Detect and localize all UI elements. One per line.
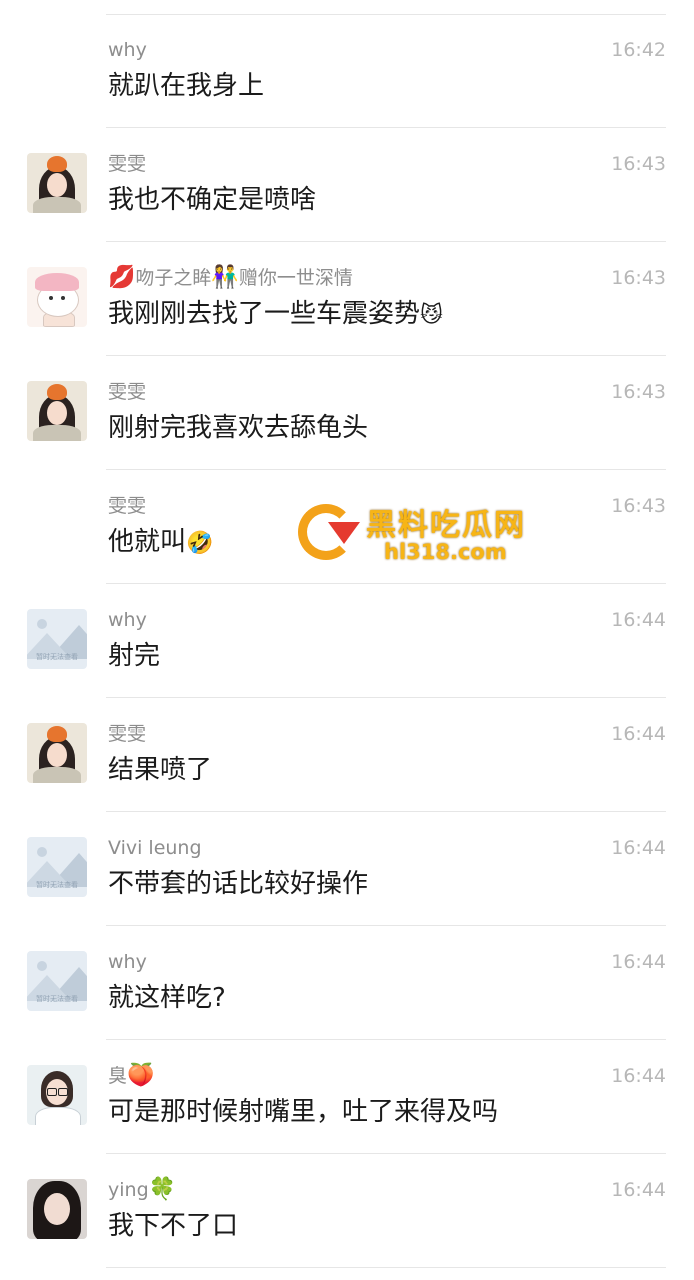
chat-message[interactable]: 暂时无法查看 why 16:44 射完	[0, 584, 694, 698]
avatar-placeholder-icon[interactable]: 暂时无法查看	[27, 951, 87, 1011]
avatar[interactable]	[27, 381, 87, 441]
sender-name: ying🍀	[108, 1178, 176, 1202]
message-text: 可是那时候射嘴里，吐了来得及吗	[108, 1097, 499, 1127]
sender-name: why	[108, 609, 147, 631]
sender-name: 雯雯	[108, 723, 147, 745]
message-text: 他就叫🤣	[108, 525, 213, 561]
watermelon-icon	[328, 522, 360, 544]
couple-emoji-icon: 👫	[211, 265, 239, 290]
sender-name-part: ying	[108, 1179, 149, 1201]
message-text: 就这样吃?	[108, 983, 226, 1013]
message-time: 16:43	[611, 153, 666, 175]
chat-message[interactable]: 雯雯 16:44 结果喷了	[0, 698, 694, 812]
avatar[interactable]	[27, 1065, 87, 1125]
sender-name: why	[108, 39, 147, 61]
chat-message[interactable]: why 16:42 就趴在我身上	[0, 14, 694, 128]
avatar[interactable]	[27, 723, 87, 783]
message-text: 我也不确定是喷啥	[108, 185, 317, 215]
message-text: 我刚刚去找了一些车震姿势😼	[108, 297, 443, 333]
avatar-placeholder-icon[interactable]: 暂时无法查看	[27, 837, 87, 897]
sender-name: 💋吻子之眸👫赠你一世深情	[108, 266, 353, 290]
chat-message[interactable]: ying🍀 16:44 我下不了口	[0, 1154, 694, 1268]
sender-name: 雯雯	[108, 153, 147, 175]
message-time: 16:44	[611, 951, 666, 973]
sender-name: 雯雯	[108, 495, 147, 517]
avatar-placeholder-caption: 暂时无法查看	[36, 995, 78, 1003]
message-text-content: 我刚刚去找了一些车震姿势	[108, 299, 421, 329]
watermark-url: hl318.com	[384, 540, 507, 564]
message-time: 16:44	[611, 837, 666, 859]
sender-name: Vivi leung	[108, 837, 202, 859]
message-time: 16:43	[611, 267, 666, 289]
peach-emoji-icon: 🍑	[127, 1063, 155, 1088]
message-text: 不带套的话比较好操作	[108, 869, 369, 899]
avatar[interactable]	[27, 1179, 87, 1239]
watermark-title: 黑料吃瓜网	[366, 508, 526, 543]
kiss-emoji-icon: 💋	[108, 265, 136, 290]
avatar-placeholder-icon[interactable]: 暂时无法查看	[27, 609, 87, 669]
avatar-placeholder-caption: 暂时无法查看	[36, 881, 78, 889]
sender-name-part: 臭	[108, 1065, 128, 1087]
sender-name: why	[108, 951, 147, 973]
chat-message[interactable]: 暂时无法查看 Vivi leung 16:44 不带套的话比较好操作	[0, 812, 694, 926]
sender-name-part: 赠你一世深情	[238, 267, 353, 289]
avatar[interactable]	[27, 153, 87, 213]
avatar[interactable]	[27, 267, 87, 327]
message-text: 我下不了口	[108, 1211, 239, 1241]
clover-emoji-icon: 🍀	[148, 1177, 177, 1202]
message-text: 就趴在我身上	[108, 71, 265, 101]
sender-name-part: 吻子之眸	[135, 267, 212, 289]
message-divider	[106, 1267, 666, 1268]
message-time: 16:43	[611, 495, 666, 517]
message-text: 刚射完我喜欢去舔龟头	[108, 413, 369, 443]
laughing-emoji-icon: 🤣	[186, 531, 214, 556]
chat-message[interactable]: 雯雯 16:43 我也不确定是喷啥	[0, 128, 694, 242]
watermark: 黑料吃瓜网 hl318.com	[298, 500, 548, 570]
message-text: 射完	[108, 641, 161, 671]
chat-message[interactable]: 暂时无法查看 why 16:44 就这样吃?	[0, 926, 694, 1040]
message-time: 16:43	[611, 381, 666, 403]
message-time: 16:44	[611, 609, 666, 631]
message-time: 16:44	[611, 1065, 666, 1087]
message-time: 16:44	[611, 1179, 666, 1201]
message-time: 16:44	[611, 723, 666, 745]
chat-message[interactable]: 雯雯 16:43 刚射完我喜欢去舔龟头	[0, 356, 694, 470]
message-text-content: 他就叫	[108, 527, 187, 557]
message-time: 16:42	[611, 39, 666, 61]
avatar-placeholder-caption: 暂时无法查看	[36, 653, 78, 661]
sender-name: 雯雯	[108, 381, 147, 403]
chat-message[interactable]: 💋吻子之眸👫赠你一世深情 16:43 我刚刚去找了一些车震姿势😼	[0, 242, 694, 356]
chat-message[interactable]: 臭🍑 16:44 可是那时候射嘴里，吐了来得及吗	[0, 1040, 694, 1154]
message-text: 结果喷了	[108, 755, 213, 785]
sender-name: 臭🍑	[108, 1064, 154, 1088]
cat-emoji-icon: 😼	[420, 303, 443, 328]
